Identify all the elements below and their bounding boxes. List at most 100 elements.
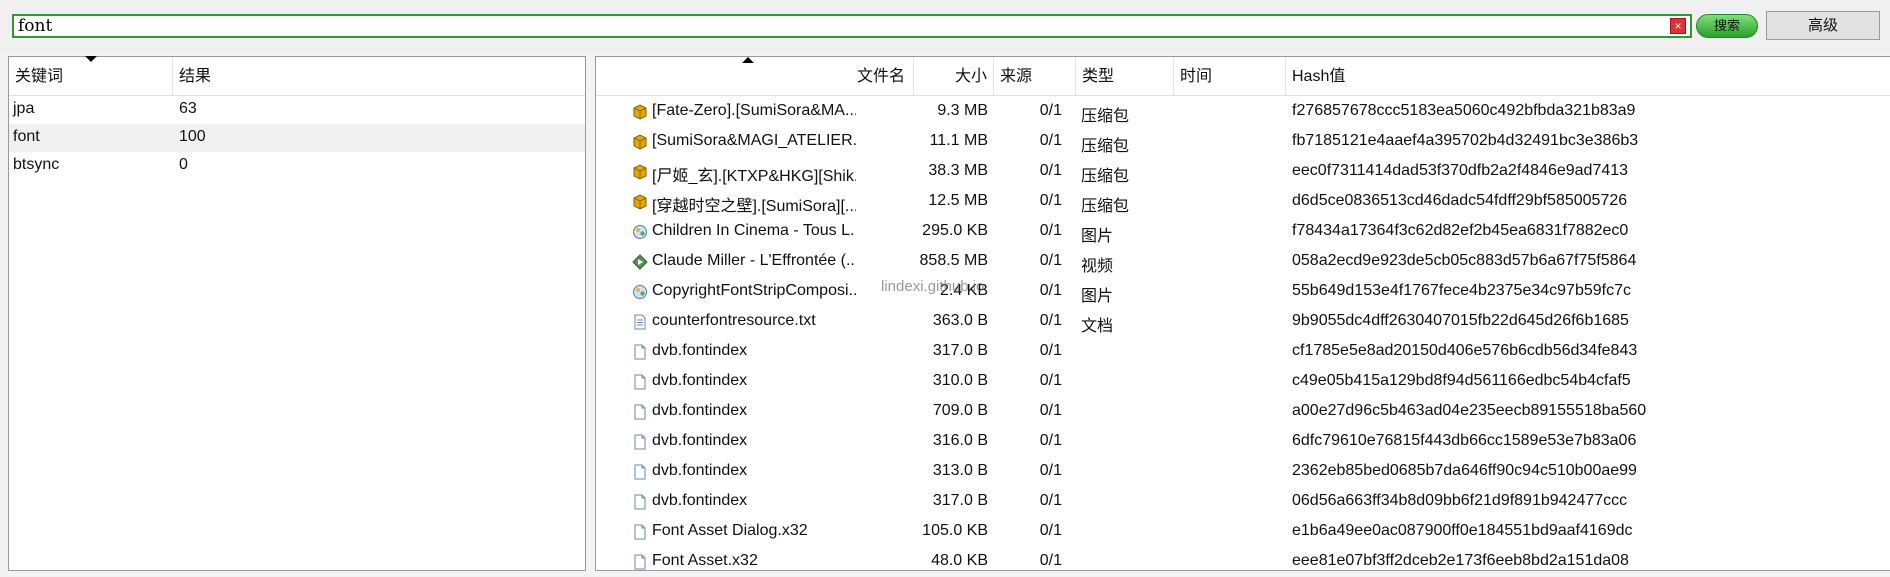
archive-icon [633,164,647,180]
file-source-cell: 0/1 [1039,252,1062,269]
file-name-cell: dvb.fontindex [652,342,748,359]
name-column-header[interactable]: 文件名 [596,57,914,95]
file-row[interactable]: dvb.fontindex 317.0 B 0/1 cf1785e5e8ad20150… [596,337,1890,367]
sort-ascending-icon [742,57,754,63]
file-hash-cell: 6dfc79610e76815f443db66cc1589e53e7b83a06 [1292,432,1637,449]
file-row[interactable]: CopyrightFontStripComposi... 2.4 KB 0/1 图片 5… [596,277,1890,307]
file-size-cell: 317.0 B [932,492,988,509]
video-icon [632,254,648,270]
file-hash-cell: cf1785e5e8ad20150d406e576b6cdb56d34fe843 [1292,342,1638,359]
file-row[interactable]: Claude Miller - L'Effrontée (... 858.5 MB… [596,247,1890,277]
file-size-cell: 12.5 MB [928,192,988,209]
file-icon [634,554,646,570]
result-count-cell: 0 [179,156,188,173]
file-row[interactable]: dvb.fontindex 709.0 B 0/1 a00e27d96c5b463ad… [596,397,1890,427]
file-source-cell: 0/1 [1039,192,1062,209]
text-file-icon [634,314,646,330]
file-size-cell: 9.3 MB [937,102,988,119]
file-name-cell: Font Asset.x32 [652,552,758,569]
sort-descending-icon [85,56,97,62]
file-name-cell: [Fate-Zero].[SumiSora&MA... [652,102,856,119]
file-source-cell: 0/1 [1039,102,1062,119]
file-type-cell: 压缩包 [1081,138,1130,155]
keyword-row[interactable]: btsync 0 [9,152,585,180]
archive-icon [633,194,647,210]
file-size-cell: 38.3 MB [928,162,988,179]
file-row[interactable]: dvb.fontindex 310.0 B 0/1 c49e05b415a129bd8… [596,367,1890,397]
file-name-cell: dvb.fontindex [652,372,748,389]
keyword-list: 关键词 结果 jpa 63 font 100 btsync 0 [8,56,586,571]
size-column-header[interactable]: 大小 [914,57,994,95]
file-source-cell: 0/1 [1039,342,1062,359]
file-type-cell: 压缩包 [1081,198,1130,215]
source-column-header[interactable]: 来源 [994,57,1076,95]
file-source-cell: 0/1 [1039,312,1062,329]
file-size-cell: 48.0 KB [931,552,988,569]
file-row[interactable]: dvb.fontindex 313.0 B 0/1 2362eb85bed0685b7… [596,457,1890,487]
keyword-cell: btsync [13,156,60,173]
file-source-cell: 0/1 [1039,402,1062,419]
time-column-header[interactable]: 时间 [1174,57,1286,95]
file-row[interactable]: Children In Cinema - Tous L... 295.0 KB 0/… [596,217,1890,247]
search-input[interactable] [18,17,1658,35]
file-name-cell: CopyrightFontStripComposi... [652,282,856,299]
toolbar: × 搜索 高级 [0,0,1890,54]
type-column-header[interactable]: 类型 [1076,57,1174,95]
file-row[interactable]: [Fate-Zero].[SumiSora&MA... 9.3 MB 0/1 压缩包 f… [596,97,1890,127]
hash-column-header[interactable]: Hash值 [1286,57,1890,95]
file-icon [634,404,646,420]
file-size-cell: 295.0 KB [922,222,988,239]
file-type-cell: 压缩包 [1081,168,1130,185]
file-name-cell: dvb.fontindex [652,462,748,479]
file-row[interactable]: Font Asset.x32 48.0 KB 0/1 eee81e07bf3ff2dc… [596,547,1890,577]
keyword-row[interactable]: font 100 [9,124,585,152]
file-name-cell: counterfontresource.txt [652,312,816,329]
file-icon [634,434,646,450]
file-source-cell: 0/1 [1039,492,1062,509]
file-source-cell: 0/1 [1039,282,1062,299]
file-row[interactable]: [尸姬_玄].[KTXP&HKG][Shik... 38.3 MB 0/1 压缩包 ee… [596,157,1890,187]
file-hash-cell: 058a2ecd9e923de5cb05c883d57b6a67f75f5864 [1292,252,1637,269]
file-hash-cell: 2362eb85bed0685b7da646ff90c94c510b00ae99 [1292,462,1637,479]
file-source-cell: 0/1 [1039,372,1062,389]
keyword-header-label: 关键词 [15,68,64,85]
file-size-cell: 316.0 B [932,432,988,449]
search-button[interactable]: 搜索 [1696,14,1758,38]
file-icon [634,374,646,390]
file-row[interactable]: dvb.fontindex 316.0 B 0/1 6dfc79610e76815f4… [596,427,1890,457]
file-icon [634,494,646,510]
file-size-cell: 105.0 KB [922,522,988,539]
file-hash-cell: f276857678ccc5183ea5060c492bfbda321b83a9 [1292,102,1636,119]
keyword-list-header: 关键词 结果 [9,56,587,96]
file-row[interactable]: Font Asset Dialog.x32 105.0 KB 0/1 e1b6a49e… [596,517,1890,547]
keyword-column-header[interactable]: 关键词 [9,57,173,95]
file-hash-cell: fb7185121e4aaef4a395702b4d32491bc3e386b3 [1292,132,1639,149]
watermark: lindexi.github.io [881,278,985,295]
result-column-header[interactable]: 结果 [173,57,587,95]
file-row[interactable]: [穿越时空之壁].[SumiSora][... 12.5 MB 0/1 压缩包 d6d5… [596,187,1890,217]
file-list-header: 文件名 大小 来源 类型 时间 Hash值 [596,57,1890,96]
file-name-cell: Claude Miller - L'Effrontée (... [652,252,856,269]
file-source-cell: 0/1 [1039,222,1062,239]
keyword-cell: jpa [13,100,35,117]
file-icon [634,524,646,540]
file-hash-cell: 55b649d153e4f1767fece4b2375e34c97b59fc7c [1292,282,1631,299]
file-row[interactable]: dvb.fontindex 317.0 B 0/1 06d56a663ff34b8d0… [596,487,1890,517]
archive-icon [633,104,647,120]
file-row[interactable]: [SumiSora&MAGI_ATELIER... 11.1 MB 0/1 压缩包 fb… [596,127,1890,157]
file-name-cell: [穿越时空之壁].[SumiSora][... [652,198,856,215]
file-hash-cell: eec0f7311414dad53f370dfb2a2f4846e9ad7413 [1292,162,1629,179]
file-name-cell: Font Asset Dialog.x32 [652,522,808,539]
file-source-cell: 0/1 [1039,462,1062,479]
search-box[interactable]: × [12,14,1692,38]
advanced-button[interactable]: 高级 [1766,11,1880,40]
file-row[interactable]: counterfontresource.txt 363.0 B 0/1 文档 9b905… [596,307,1890,337]
file-size-cell: 310.0 B [932,372,988,389]
result-count-cell: 100 [179,128,206,145]
file-type-cell: 文档 [1081,318,1114,335]
file-name-cell: Children In Cinema - Tous L... [652,222,856,239]
file-size-cell: 317.0 B [932,342,988,359]
file-source-cell: 0/1 [1039,522,1062,539]
clear-icon[interactable]: × [1670,18,1686,34]
keyword-row[interactable]: jpa 63 [9,96,585,124]
